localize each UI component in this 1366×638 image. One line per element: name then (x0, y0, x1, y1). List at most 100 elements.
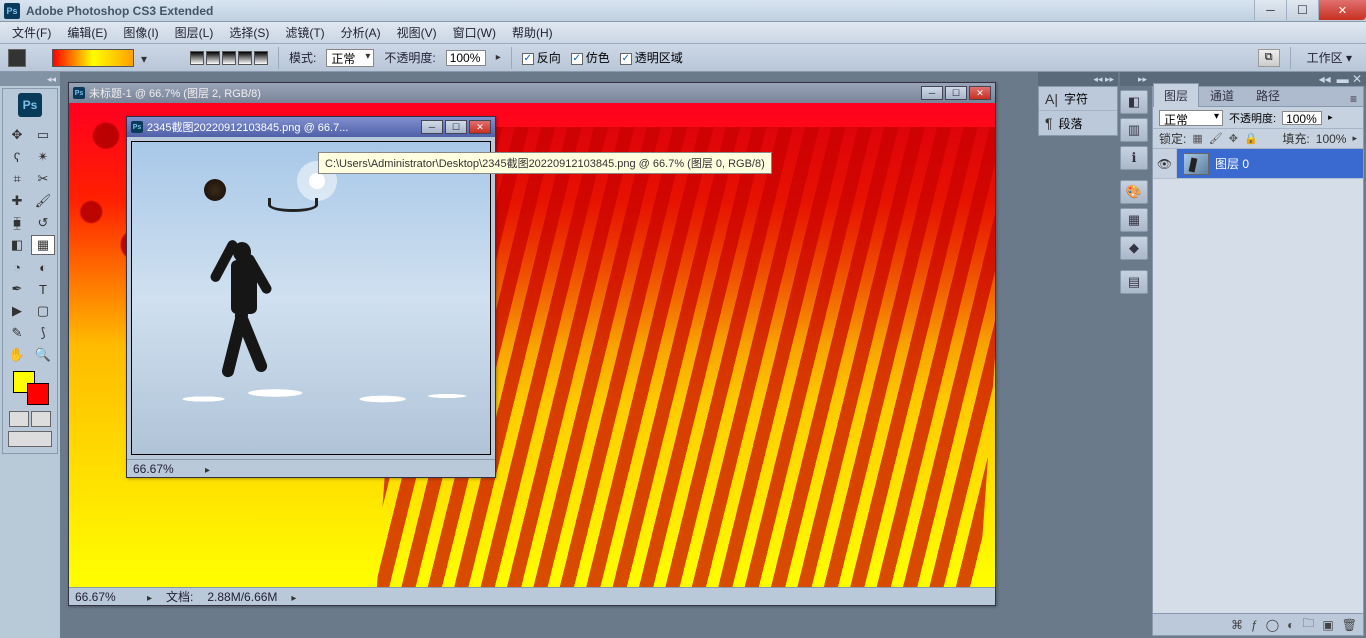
menu-window[interactable]: 窗口(W) (445, 21, 504, 44)
layer-opacity-input[interactable]: 100% (1282, 111, 1322, 125)
opacity-stepper-icon[interactable]: ▸ (496, 52, 501, 63)
gradient-picker[interactable] (52, 49, 134, 67)
gradient-diamond-button[interactable] (254, 51, 268, 65)
lock-transparency-icon[interactable]: ▦ (1192, 132, 1202, 145)
dither-checkbox[interactable]: ✓仿色 (571, 49, 610, 66)
layer-name[interactable]: 图层 0 (1215, 155, 1249, 172)
lasso-tool[interactable]: ʕ (5, 147, 29, 167)
zoom-readout[interactable]: 66.67% (75, 590, 133, 604)
layer-style-icon[interactable]: ƒ (1251, 618, 1258, 632)
fill-input[interactable]: 100% (1316, 132, 1347, 146)
lock-all-icon[interactable]: 🔒 (1244, 132, 1258, 145)
eyedropper-tool[interactable]: ⟆ (31, 323, 55, 343)
panel-menu-icon[interactable]: ≡ (1344, 92, 1363, 106)
move-tool[interactable]: ✥ (5, 125, 29, 145)
gradient-reflected-button[interactable] (238, 51, 252, 65)
doc-maximize-button[interactable]: ☐ (945, 86, 967, 100)
doc-close-button[interactable]: ✕ (969, 86, 991, 100)
fill-stepper-icon[interactable]: ▸ (1352, 133, 1357, 144)
path-select-tool[interactable]: ▶ (5, 301, 29, 321)
blur-tool[interactable]: ◔ (5, 257, 29, 277)
link-layers-icon[interactable]: ⌘ (1231, 618, 1243, 632)
doc-minimize-button[interactable]: ─ (421, 120, 443, 134)
gradient-radial-button[interactable] (206, 51, 220, 65)
layers-panel-icon[interactable]: ▤ (1120, 270, 1148, 294)
layer-mask-icon[interactable]: ◯ (1266, 618, 1279, 632)
opacity-stepper-icon[interactable]: ▸ (1328, 112, 1333, 123)
histogram-panel-icon[interactable]: ▥ (1120, 118, 1148, 142)
stamp-tool[interactable]: ⧯ (5, 213, 29, 233)
dodge-tool[interactable]: ◐ (31, 257, 55, 277)
document-titlebar-sub[interactable]: Ps 2345截图20220912103845.png @ 66.7... ─ … (127, 117, 495, 137)
menu-filter[interactable]: 滤镜(T) (277, 21, 332, 44)
window-maximize-button[interactable] (1286, 0, 1318, 20)
adjustment-layer-icon[interactable]: ◐ (1287, 618, 1294, 632)
slice-tool[interactable]: ✂ (31, 169, 55, 189)
menu-image[interactable]: 图像(I) (115, 21, 166, 44)
paragraph-panel-button[interactable]: ¶段落 (1039, 111, 1117, 135)
layer-row[interactable]: 👁 图层 0 (1153, 149, 1363, 179)
menu-help[interactable]: 帮助(H) (504, 21, 561, 44)
layer-visibility-toggle[interactable]: 👁 (1153, 149, 1177, 178)
zoom-tool[interactable]: 🔍 (31, 345, 55, 365)
pen-tool[interactable]: ✒ (5, 279, 29, 299)
status-menu-icon[interactable] (205, 462, 210, 476)
crop-tool[interactable]: ⌗ (5, 169, 29, 189)
menu-edit[interactable]: 编辑(E) (59, 21, 115, 44)
type-tool[interactable]: T (31, 279, 55, 299)
menu-analysis[interactable]: 分析(A) (333, 21, 389, 44)
tab-channels[interactable]: 通道 (1199, 83, 1245, 107)
tab-paths[interactable]: 路径 (1245, 83, 1291, 107)
gradient-angle-button[interactable] (222, 51, 236, 65)
notes-tool[interactable]: ✎ (5, 323, 29, 343)
brush-tool[interactable]: 🖌 (31, 191, 55, 211)
zoom-readout[interactable]: 66.67% (133, 462, 191, 476)
opacity-input[interactable]: 100% (446, 50, 486, 66)
dock-header[interactable]: ▸▸ (1120, 72, 1150, 86)
hand-tool[interactable]: ✋ (5, 345, 29, 365)
menu-view[interactable]: 视图(V) (389, 21, 445, 44)
shape-tool[interactable]: ▢ (31, 301, 55, 321)
styles-panel-icon[interactable]: ◆ (1120, 236, 1148, 260)
menu-file[interactable]: 文件(F) (4, 21, 59, 44)
doc-maximize-button[interactable]: ☐ (445, 120, 467, 134)
info-panel-icon[interactable]: ℹ (1120, 146, 1148, 170)
transparency-checkbox[interactable]: ✓透明区域 (620, 49, 683, 66)
standard-mode-button[interactable] (9, 411, 29, 427)
swatches-panel-icon[interactable]: ▦ (1120, 208, 1148, 232)
history-brush-tool[interactable]: ↺ (31, 213, 55, 233)
status-menu-icon[interactable] (291, 590, 296, 604)
quickmask-mode-button[interactable] (31, 411, 51, 427)
layer-thumbnail[interactable] (1183, 153, 1209, 175)
gradient-linear-button[interactable] (190, 51, 204, 65)
workspace-menu[interactable]: 工作区 ▾ (1301, 47, 1358, 68)
marquee-tool[interactable]: ▭ (31, 125, 55, 145)
healing-tool[interactable]: ✚ (5, 191, 29, 211)
lock-position-icon[interactable]: ✥ (1229, 132, 1238, 145)
blend-mode-select[interactable]: 正常 (1159, 110, 1223, 126)
screen-mode-button[interactable] (8, 431, 52, 447)
document-titlebar-main[interactable]: Ps 未标题-1 @ 66.7% (图层 2, RGB/8) ─ ☐ ✕ (69, 83, 995, 103)
menu-select[interactable]: 选择(S) (221, 21, 277, 44)
doc-minimize-button[interactable]: ─ (921, 86, 943, 100)
mode-select[interactable]: 正常 (326, 49, 374, 67)
menu-layer[interactable]: 图层(L) (167, 21, 222, 44)
delete-layer-icon[interactable]: 🗑 (1342, 618, 1357, 632)
color-panel-icon[interactable]: 🎨 (1120, 180, 1148, 204)
doc-close-button[interactable]: ✕ (469, 120, 491, 134)
new-layer-icon[interactable]: ▣ (1322, 618, 1333, 632)
goto-bridge-button[interactable]: ⧉ (1258, 49, 1280, 67)
dock-header[interactable]: ◂◂ ▸▸ (1038, 72, 1118, 86)
document-canvas-sub[interactable] (127, 137, 495, 459)
group-icon[interactable]: 🗀 (1302, 614, 1314, 635)
navigator-panel-icon[interactable]: ◧ (1120, 90, 1148, 114)
tool-preset-picker[interactable] (8, 49, 26, 67)
background-color[interactable] (27, 383, 49, 405)
window-close-button[interactable] (1318, 0, 1366, 20)
gradient-tool[interactable]: ▦ (31, 235, 55, 255)
character-panel-button[interactable]: A|字符 (1039, 87, 1117, 111)
dock-collapse-bar[interactable]: ◂◂ (0, 72, 60, 86)
wand-tool[interactable]: ✴ (31, 147, 55, 167)
status-menu-icon[interactable] (147, 590, 152, 604)
window-minimize-button[interactable] (1254, 0, 1286, 20)
